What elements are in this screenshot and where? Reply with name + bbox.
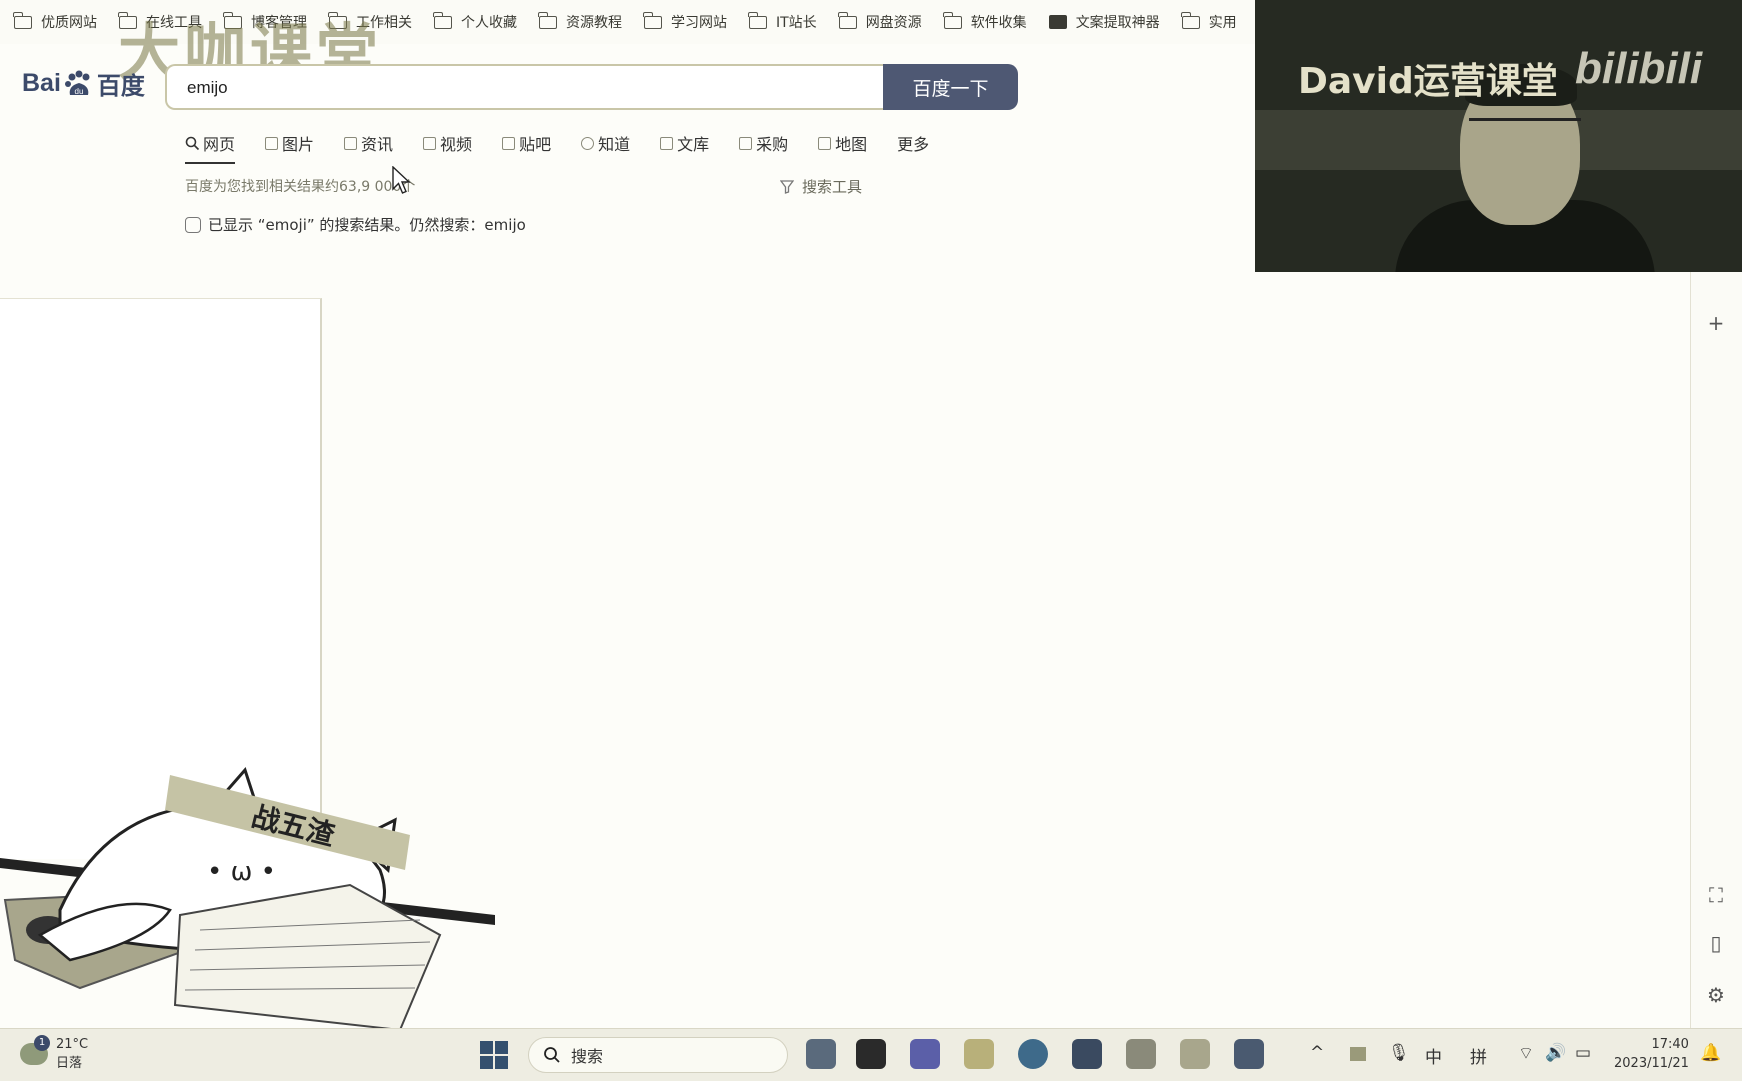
- logo-cn: 百度: [96, 72, 145, 100]
- bookmark-item[interactable]: 资源教程: [538, 11, 622, 32]
- weather-temp: 21°C: [56, 1037, 89, 1052]
- search-button[interactable]: 百度一下: [883, 64, 1018, 110]
- app-icon: [1048, 15, 1067, 29]
- tab-zhidao[interactable]: 知道: [581, 128, 630, 158]
- folder-icon: [13, 11, 32, 29]
- tab-video[interactable]: 视频: [423, 128, 472, 158]
- bookmark-item[interactable]: 学习网站: [643, 11, 727, 32]
- app-icon[interactable]: [1180, 1039, 1210, 1069]
- app-icon[interactable]: [1234, 1039, 1264, 1069]
- file-explorer-icon[interactable]: [964, 1039, 994, 1069]
- image-icon: [265, 136, 279, 150]
- gear-icon[interactable]: ⚙: [1705, 984, 1727, 1006]
- ime-chinese[interactable]: 中: [1425, 1043, 1442, 1068]
- tab-tieba[interactable]: 贴吧: [502, 128, 551, 158]
- bookmark-item[interactable]: 个人收藏: [433, 11, 517, 32]
- map-icon: [818, 136, 832, 150]
- teams-icon[interactable]: [910, 1039, 940, 1069]
- search-icon: [544, 1047, 560, 1063]
- volume-icon[interactable]: 🔊: [1545, 1043, 1566, 1063]
- folder-icon: [748, 11, 767, 29]
- edge-sidebar: + ⛶ ▯ ⚙: [1690, 272, 1742, 1032]
- taskbar: 1 21°C 日落 搜索 ^ 🎙 中 拼 ⌔ 🔊 ▭ 17:40 2023/11…: [0, 1028, 1742, 1081]
- spelling-notice: 已显示 “emoji” 的搜索结果。仍然搜索：emijo: [185, 214, 526, 235]
- tab-wenku[interactable]: 文库: [660, 128, 709, 158]
- svg-text:• ω •: • ω •: [207, 857, 276, 887]
- wifi-icon[interactable]: ⌔: [1518, 1043, 1534, 1064]
- tab-images[interactable]: 图片: [265, 128, 314, 158]
- bilibili-logo: bilibili: [1575, 44, 1703, 93]
- ime-pinyin[interactable]: 拼: [1470, 1043, 1487, 1068]
- tieba-icon: [502, 136, 516, 150]
- bookmark-item[interactable]: 实用: [1181, 11, 1237, 32]
- news-icon: [344, 136, 358, 150]
- clock[interactable]: 17:40 2023/11/21: [1614, 1035, 1689, 1073]
- folder-icon: [433, 11, 452, 29]
- tab-news[interactable]: 资讯: [344, 128, 393, 158]
- edge-browser-icon[interactable]: [1018, 1039, 1048, 1069]
- result-count: 百度为您找到相关结果约63,9 000个: [185, 179, 416, 195]
- bookmark-item[interactable]: IT站长: [748, 11, 817, 32]
- microphone-icon[interactable]: 🎙: [1388, 1043, 1410, 1063]
- start-button[interactable]: [480, 1041, 508, 1069]
- bookmark-item[interactable]: 网盘资源: [838, 11, 922, 32]
- premiere-icon[interactable]: [806, 1039, 836, 1069]
- folder-icon: [838, 11, 857, 29]
- sidebar-toggle-icon[interactable]: ▯: [1705, 932, 1727, 954]
- weather-widget[interactable]: 1 21°C 日落: [20, 1035, 89, 1071]
- screenshot-icon[interactable]: ⛶: [1705, 884, 1727, 906]
- search-box: [165, 64, 883, 110]
- taskbar-search[interactable]: 搜索: [528, 1037, 788, 1073]
- svg-text:du: du: [74, 87, 83, 96]
- mouse-cursor-icon: [392, 166, 411, 194]
- folder-icon: [538, 11, 557, 29]
- filter-icon: [780, 179, 794, 194]
- tab-webpage[interactable]: 网页: [185, 128, 236, 164]
- channel-title: David运营课堂: [1298, 61, 1558, 102]
- video-icon: [423, 136, 437, 150]
- shop-icon: [739, 136, 753, 150]
- search-icon: [185, 136, 200, 150]
- presenter-glasses: [1469, 118, 1581, 143]
- search-input[interactable]: [185, 77, 789, 99]
- store-icon[interactable]: [1072, 1039, 1102, 1069]
- chevron-up-icon[interactable]: ^: [1310, 1043, 1324, 1063]
- battery-icon[interactable]: ▭: [1575, 1043, 1591, 1063]
- logo-text: Bai: [22, 69, 61, 97]
- folder-icon: [943, 11, 962, 29]
- folder-icon: [643, 11, 662, 29]
- bookmark-item[interactable]: 优质网站: [13, 11, 97, 32]
- bookmark-item[interactable]: 软件收集: [943, 11, 1027, 32]
- bookmark-item[interactable]: 文案提取神器: [1048, 12, 1160, 32]
- weather-text: 日落: [56, 1056, 83, 1071]
- tab-map[interactable]: 地图: [818, 128, 867, 158]
- notepad-icon[interactable]: [1126, 1039, 1156, 1069]
- add-icon[interactable]: +: [1705, 312, 1727, 334]
- tab-more[interactable]: 更多: [897, 128, 929, 158]
- tab-purchase[interactable]: 采购: [739, 128, 788, 158]
- weather-icon: 1: [20, 1035, 50, 1065]
- notice-icon: [185, 216, 201, 233]
- baidu-logo[interactable]: Bai du 百度: [22, 66, 145, 101]
- webcam-overlay: David运营课堂 bilibili: [1255, 0, 1742, 272]
- bell-icon[interactable]: 🔔: [1700, 1043, 1721, 1063]
- folder-icon: [1181, 11, 1200, 29]
- tray-app-icon[interactable]: [1350, 1047, 1366, 1061]
- doc-icon: [660, 136, 674, 150]
- search-tabs: 网页 图片 资讯 视频 贴吧 知道 文库 采购 地图 更多: [185, 128, 959, 164]
- notification-badge: 1: [34, 1035, 50, 1051]
- cat-sticker: 战五渣 • ω •: [0, 767, 495, 1030]
- search-tools-button[interactable]: 搜索工具: [780, 176, 862, 197]
- question-icon: [581, 136, 595, 150]
- app-icon[interactable]: [856, 1039, 886, 1069]
- paw-icon: du: [64, 70, 90, 96]
